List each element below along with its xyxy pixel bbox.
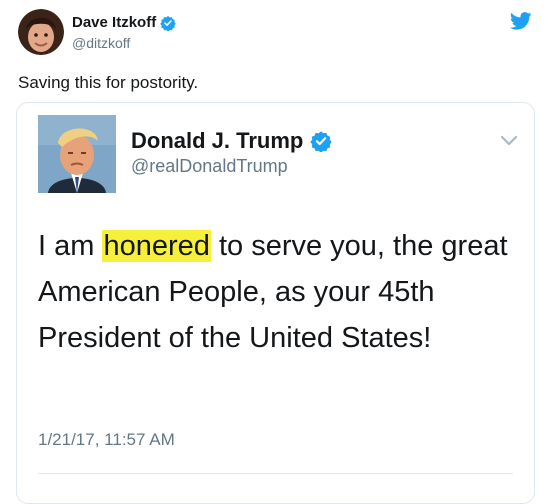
author-name[interactable]: Dave Itzkoff: [72, 14, 156, 31]
quoted-tweet-card[interactable]: Donald J. Trump @realDonaldTrump I am ho…: [16, 102, 535, 504]
quoted-author-handle[interactable]: @realDonaldTrump: [131, 156, 288, 177]
quoted-author-name[interactable]: Donald J. Trump: [131, 128, 303, 154]
author-handle[interactable]: @ditzkoff: [72, 35, 130, 51]
tweet-timestamp[interactable]: 1/21/17, 11:57 AM: [38, 430, 175, 450]
verified-badge-icon: [310, 131, 332, 152]
tweet-text: Saving this for postority.: [18, 73, 199, 92]
author-name-row[interactable]: Dave Itzkoff: [72, 14, 176, 31]
quoted-text-start: I am: [38, 230, 103, 262]
quoted-author-name-row[interactable]: Donald J. Trump: [131, 128, 332, 154]
highlighted-word: honered: [102, 230, 211, 262]
quoted-avatar[interactable]: [38, 115, 116, 193]
divider: [38, 473, 513, 474]
twitter-bird-icon[interactable]: [510, 12, 532, 30]
verified-badge-icon: [160, 15, 176, 31]
quoted-tweet-text: I am honered to serve you, the great Ame…: [38, 223, 508, 361]
chevron-down-icon[interactable]: [500, 135, 518, 147]
avatar[interactable]: [18, 9, 64, 55]
